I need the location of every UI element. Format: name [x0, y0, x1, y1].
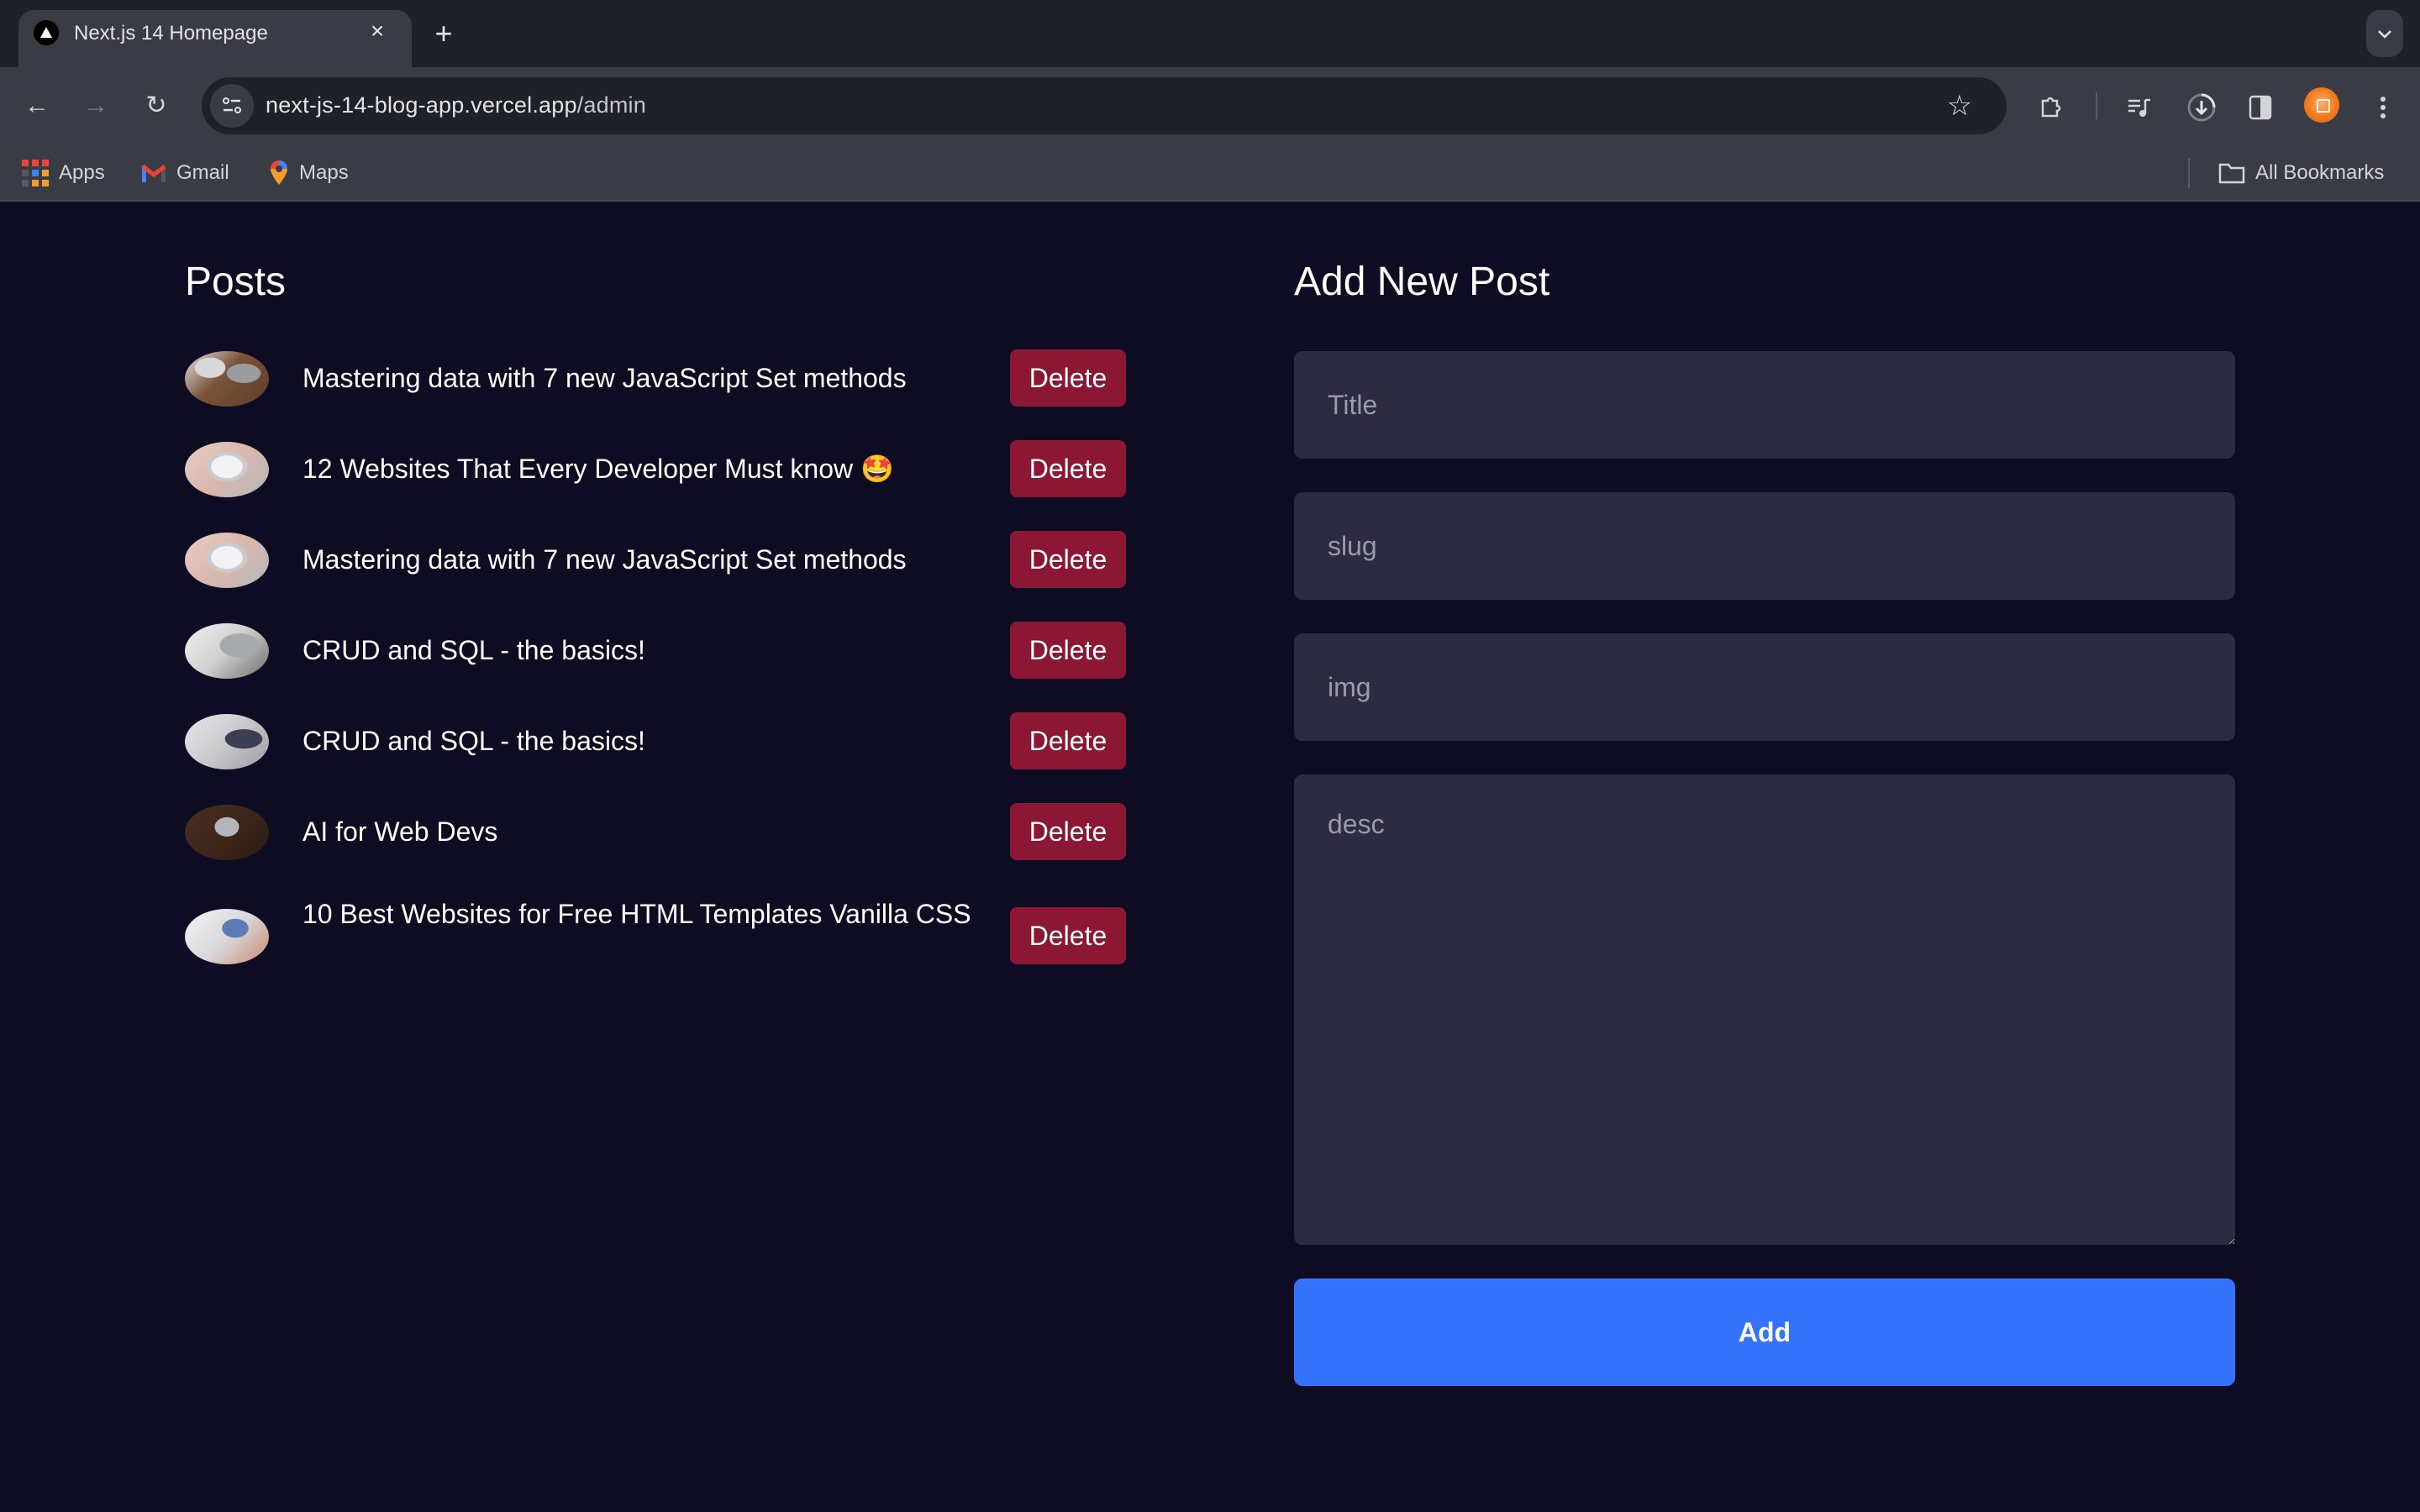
forward-button[interactable]: → [76, 86, 116, 126]
toolbar-divider [2096, 92, 2097, 119]
delete-post-button[interactable]: Delete [1010, 803, 1126, 860]
post-title: CRUD and SQL - the basics! [302, 726, 645, 756]
post-title: 12 Websites That Every Developer Must kn… [302, 454, 894, 484]
post-thumbnail [185, 351, 269, 407]
add-post-heading: Add New Post [1294, 260, 1550, 304]
address-bar[interactable]: next-js-14-blog-app.vercel.app/admin ☆ [202, 77, 2007, 134]
nextjs-favicon-icon [34, 20, 59, 45]
extensions-icon[interactable] [2030, 86, 2070, 126]
side-panel-icon[interactable] [2240, 86, 2281, 126]
all-bookmarks-label: All Bookmarks [2255, 161, 2385, 184]
delete-post-button[interactable]: Delete [1010, 531, 1126, 588]
post-title: CRUD and SQL - the basics! [302, 635, 645, 665]
bookmarks-divider [2188, 158, 2190, 188]
bookmark-star-icon[interactable]: ☆ [1943, 89, 1976, 123]
img-input[interactable] [1294, 633, 2235, 741]
apps-grid-icon [22, 160, 49, 186]
posts-heading: Posts [185, 260, 287, 304]
bookmark-gmail[interactable]: Gmail [141, 156, 229, 190]
site-info-icon[interactable] [210, 84, 254, 128]
bookmark-label: Gmail [176, 161, 229, 184]
bookmarks-bar: Apps Gmail Maps All Bookmarks [0, 144, 2420, 202]
back-button[interactable]: ← [17, 86, 57, 126]
post-thumbnail [185, 909, 269, 964]
post-title: AI for Web Devs [302, 816, 498, 847]
maps-pin-icon [271, 160, 287, 185]
browser-toolbar: ← → ↻ next-js-14-blog-app.vercel.app/adm… [0, 67, 2420, 144]
slug-input[interactable] [1294, 492, 2235, 600]
post-thumbnail [185, 714, 269, 769]
post-title: Mastering data with 7 new JavaScript Set… [302, 363, 907, 393]
post-title: 10 Best Websites for Free HTML Templates… [302, 899, 971, 929]
active-tab[interactable]: Next.js 14 Homepage × [18, 10, 412, 69]
new-tab-button[interactable]: + [427, 17, 460, 50]
url-path: /admin [576, 92, 646, 118]
post-title: Mastering data with 7 new JavaScript Set… [302, 544, 907, 575]
add-post-button[interactable]: Add [1294, 1278, 2235, 1386]
delete-post-button[interactable]: Delete [1010, 349, 1126, 407]
chrome-menu-icon[interactable] [2363, 86, 2403, 126]
post-thumbnail [185, 805, 269, 860]
folder-icon [2218, 163, 2245, 184]
url-text[interactable]: next-js-14-blog-app.vercel.app/admin [266, 92, 646, 118]
post-thumbnail [185, 623, 269, 679]
bookmark-label: Apps [59, 161, 105, 184]
gmail-icon [141, 165, 166, 182]
bookmark-apps[interactable]: Apps [22, 156, 105, 190]
bookmark-maps[interactable]: Maps [269, 156, 349, 190]
all-bookmarks-button[interactable]: All Bookmarks [2218, 156, 2384, 190]
close-tab-icon[interactable]: × [363, 17, 392, 45]
tab-strip: Next.js 14 Homepage × + [0, 0, 2420, 69]
profile-avatar[interactable] [2304, 87, 2339, 123]
reload-button[interactable]: ↻ [136, 86, 176, 126]
desc-textarea[interactable] [1294, 774, 2235, 1245]
post-thumbnail [185, 442, 269, 497]
bookmark-label: Maps [299, 161, 349, 184]
delete-post-button[interactable]: Delete [1010, 712, 1126, 769]
delete-post-button[interactable]: Delete [1010, 622, 1126, 679]
url-host: next-js-14-blog-app.vercel.app [266, 92, 577, 118]
title-input[interactable] [1294, 351, 2235, 459]
tab-search-chevron-icon[interactable] [2366, 10, 2403, 57]
media-controls-icon[interactable] [2119, 86, 2160, 126]
delete-post-button[interactable]: Delete [1010, 907, 1126, 964]
post-thumbnail [185, 533, 269, 588]
delete-post-button[interactable]: Delete [1010, 440, 1126, 497]
tab-title: Next.js 14 Homepage [74, 22, 268, 45]
downloads-icon[interactable] [2181, 86, 2222, 126]
